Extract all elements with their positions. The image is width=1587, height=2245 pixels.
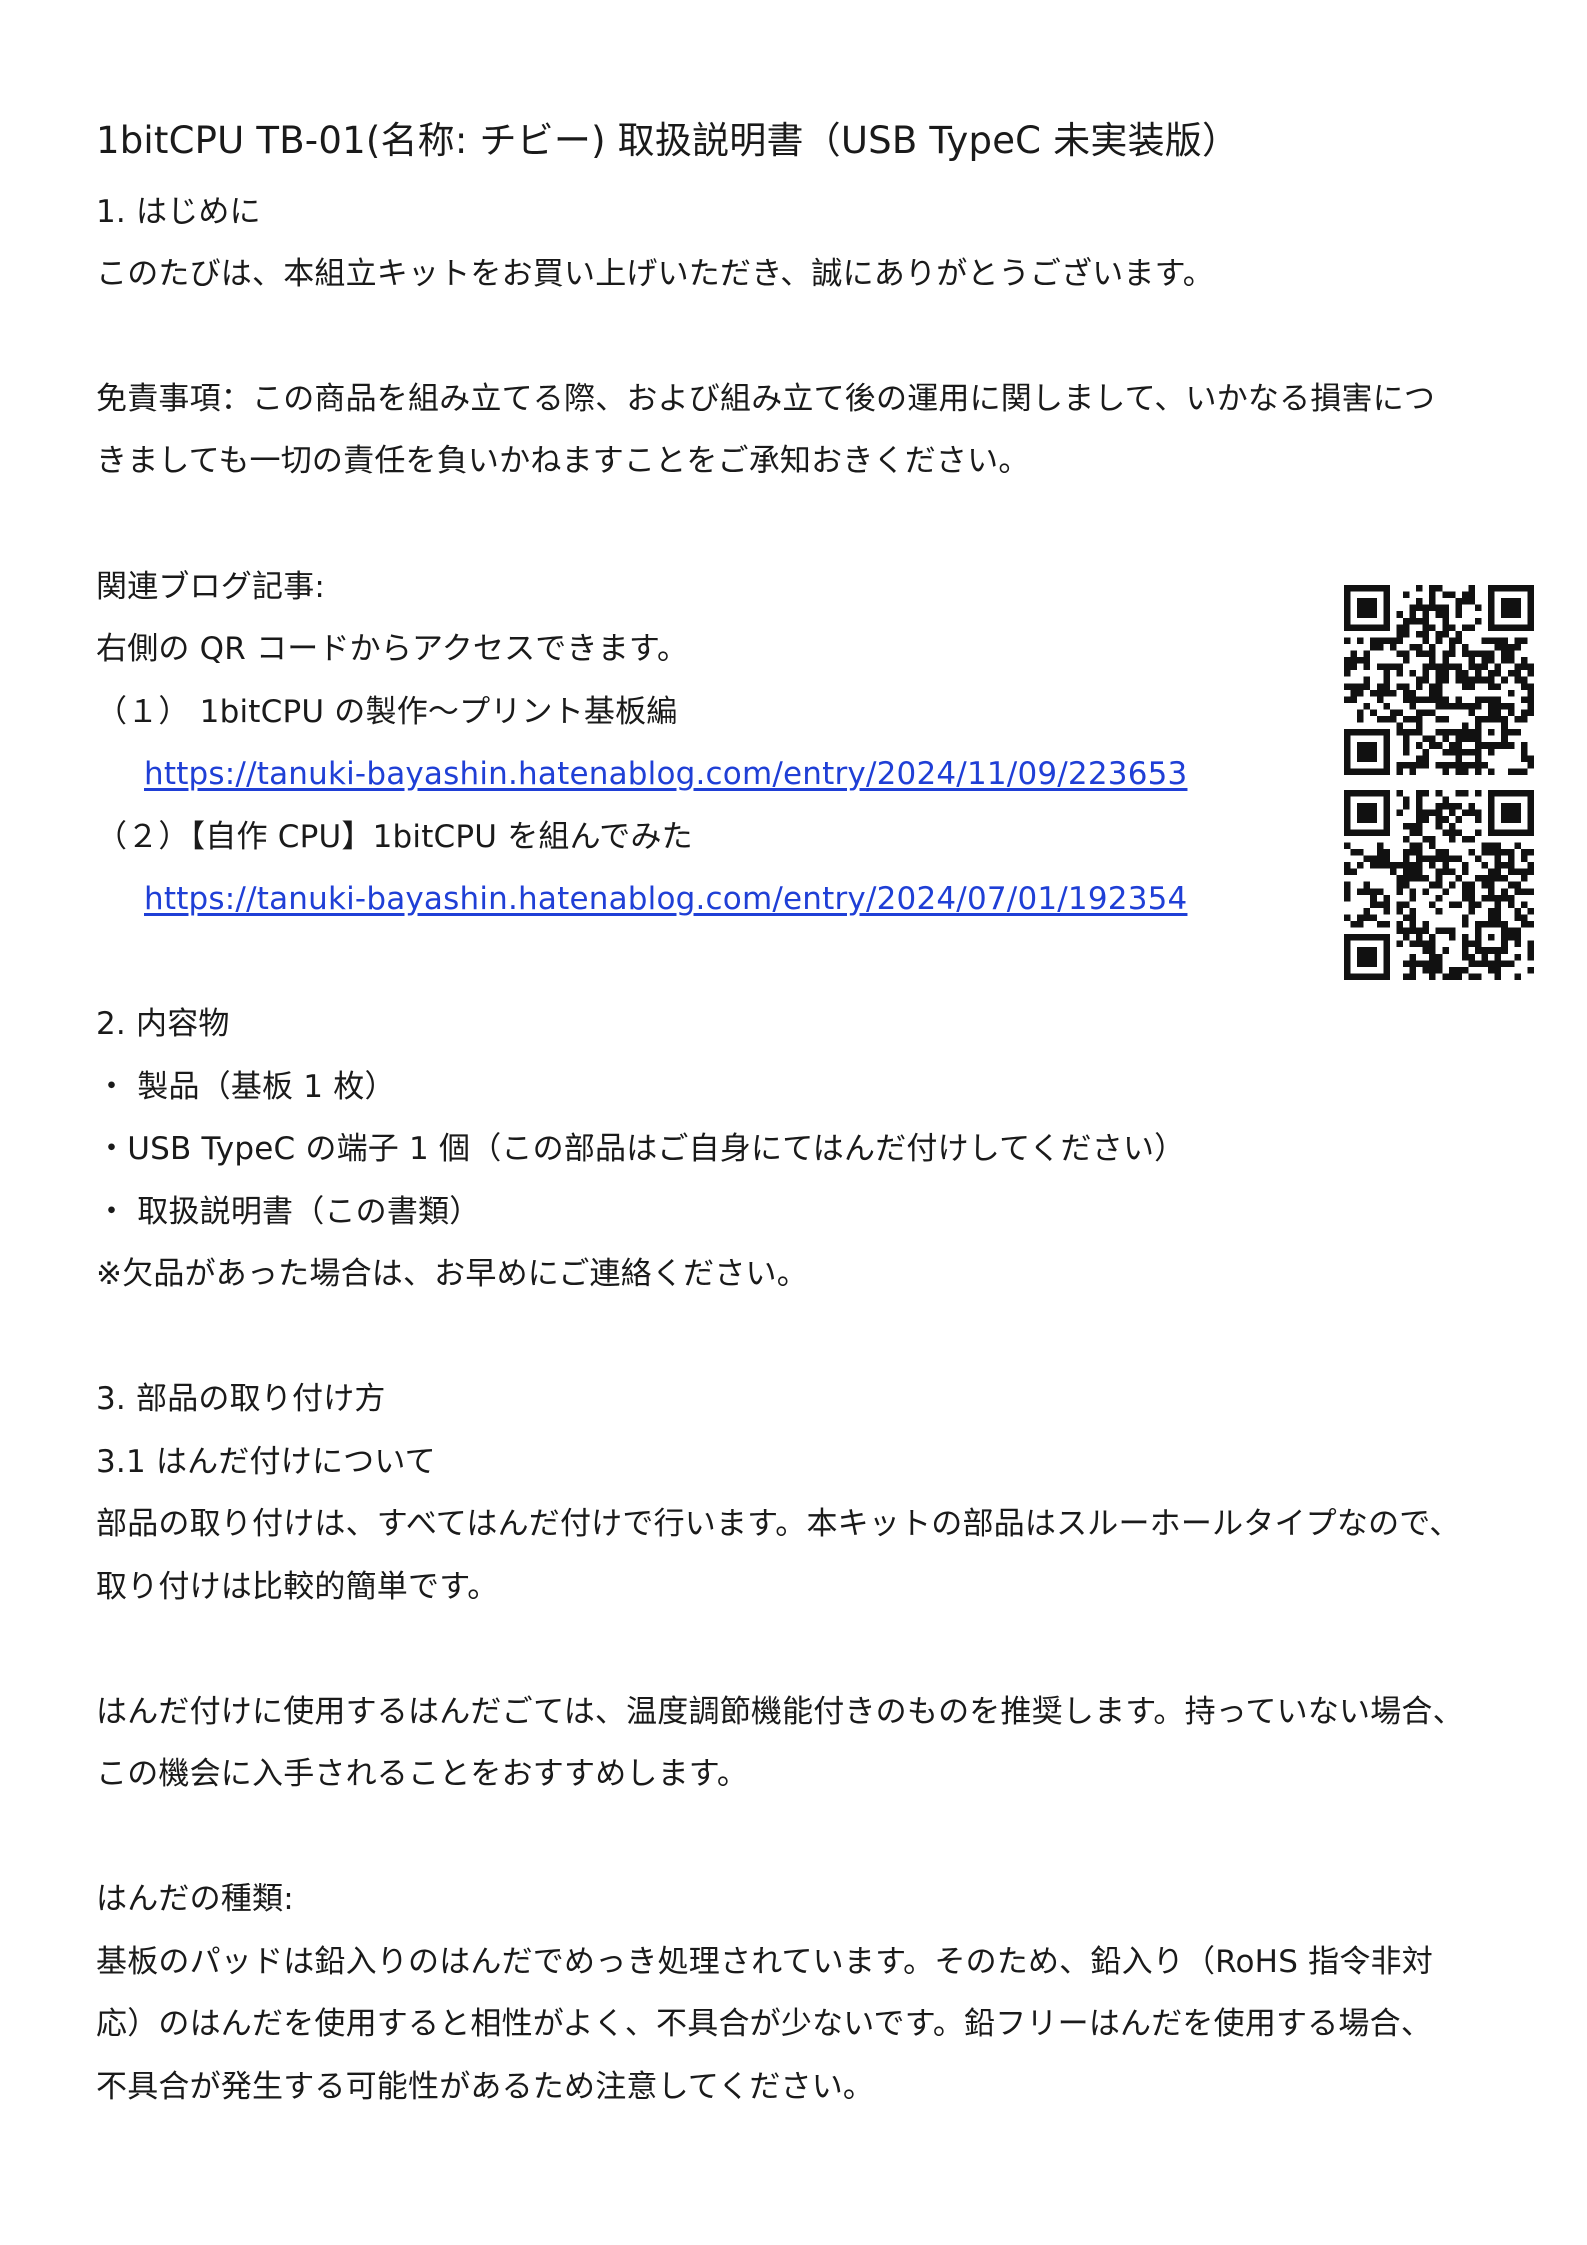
solder-paragraph-line-2: 応）のはんだを使用すると相性がよく、不具合が少ないです。鉛フリーはんだを使用する… (96, 2006, 1433, 2042)
assembly-paragraph-1-line-1: 部品の取り付けは、すべてはんだ付けで行います。本キットの部品はスルーホールタイプ… (96, 1506, 1461, 1542)
blog-item-2-label: （２）【自作 CPU】1bitCPU を組んでみた (96, 819, 693, 855)
assembly-paragraph-1-line-2: 取り付けは比較的簡単です。 (96, 1569, 499, 1605)
blog-item-2-link[interactable]: https://tanuki-bayashin.hatenablog.com/e… (144, 879, 1187, 919)
solder-paragraph-line-1: 基板のパッドは鉛入りのはんだでめっき処理されています。そのため、鉛入り（RoHS… (96, 1944, 1433, 1980)
document-title: 1bitCPU TB-01(名称: チビー) 取扱説明書（USB TypeC 未… (96, 119, 1240, 162)
disclaimer-text-1: 免責事項：この商品を組み立てる際、および組み立て後の運用に関しまして、いかなる損… (96, 381, 1436, 417)
assembly-heading: 3. 部品の取り付け方 (96, 1381, 386, 1417)
contents-note: ※欠品があった場合は、お早めにご連絡ください。 (96, 1256, 808, 1292)
assembly-paragraph-2-line-1: はんだ付けに使用するはんだごては、温度調節機能付きのものを推奨します。持っていな… (96, 1694, 1464, 1730)
blog-heading: 関連ブログ記事: (96, 569, 326, 605)
blog-item-1-label: （１） 1bitCPU の製作～プリント基板編 (96, 694, 678, 730)
blog-item-1-link[interactable]: https://tanuki-bayashin.hatenablog.com/e… (144, 754, 1187, 794)
contents-item-3: ・ 取扱説明書（この書類） (96, 1194, 481, 1230)
assembly-paragraph-2-line-2: この機会に入手されることをおすすめします。 (96, 1756, 749, 1792)
solder-type-heading: はんだの種類: (96, 1881, 294, 1917)
contents-item-1: ・ 製品（基板 1 枚） (96, 1069, 396, 1105)
intro-text: このたびは、本組立キットをお買い上げいただき、誠にありがとうございます。 (96, 256, 1214, 292)
contents-item-2: ・USB TypeC の端子 1 個（この部品はご自身にてはんだ付けしてください… (96, 1131, 1186, 1167)
qr-code-icon (1344, 790, 1534, 980)
solder-paragraph-line-3: 不具合が発生する可能性があるため注意してください。 (96, 2069, 875, 2105)
document-page: 1bitCPU TB-01(名称: チビー) 取扱説明書（USB TypeC 未… (0, 0, 1587, 2245)
blog-intro: 右側の QR コードからアクセスできます。 (96, 631, 689, 667)
contents-heading: 2. 内容物 (96, 1006, 230, 1042)
soldering-subheading: 3.1 はんだ付けについて (96, 1444, 436, 1480)
disclaimer-text-2: きましても一切の責任を負いかねますことをご承知おきください。 (96, 443, 1030, 479)
intro-heading: 1. はじめに (96, 194, 261, 230)
qr-code-icon (1344, 585, 1534, 775)
